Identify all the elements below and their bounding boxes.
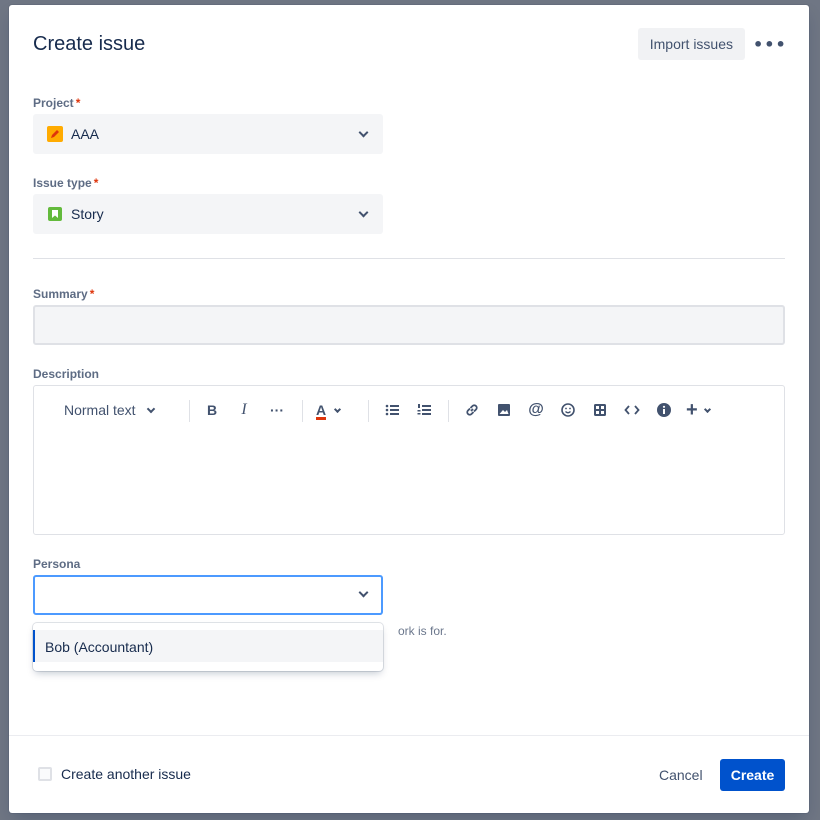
create-another-checkbox[interactable] bbox=[38, 767, 52, 781]
summary-label: Summary * bbox=[33, 287, 94, 301]
summary-label-text: Summary bbox=[33, 287, 88, 301]
issue-type-label: Issue type * bbox=[33, 176, 98, 190]
required-marker: * bbox=[93, 176, 99, 190]
import-issues-button[interactable]: Import issues bbox=[637, 28, 745, 60]
chevron-down-icon bbox=[147, 404, 156, 414]
issue-type-label-text: Issue type bbox=[33, 176, 92, 190]
editor-toolbar: Normal text B I ··· A @ + bbox=[34, 398, 784, 422]
required-marker: * bbox=[89, 287, 95, 301]
summary-input[interactable] bbox=[33, 305, 785, 345]
project-label-text: Project bbox=[33, 96, 74, 110]
text-color-icon: A bbox=[316, 402, 327, 420]
project-label: Project * bbox=[33, 96, 80, 110]
create-issue-modal: Create issue Import issues ••• Project * … bbox=[9, 5, 809, 813]
persona-label: Persona bbox=[33, 557, 80, 571]
create-another-label[interactable]: Create another issue bbox=[61, 766, 191, 782]
insert-more-button[interactable]: + bbox=[686, 398, 718, 422]
text-color-button[interactable]: A bbox=[316, 398, 348, 422]
persona-option[interactable]: Bob (Accountant) bbox=[33, 630, 383, 662]
section-divider bbox=[33, 258, 785, 259]
story-icon bbox=[48, 207, 62, 221]
plus-icon: + bbox=[686, 399, 698, 421]
bold-button[interactable]: B bbox=[202, 398, 222, 422]
info-icon[interactable] bbox=[654, 398, 674, 422]
persona-select[interactable] bbox=[33, 575, 383, 615]
more-formatting-button[interactable]: ··· bbox=[266, 398, 288, 422]
project-pencil-icon bbox=[47, 126, 63, 142]
toolbar-divider bbox=[368, 400, 369, 422]
numbered-list-icon[interactable] bbox=[414, 398, 434, 422]
link-icon[interactable] bbox=[462, 398, 482, 422]
persona-option-label: Bob (Accountant) bbox=[45, 639, 154, 655]
description-label-text: Description bbox=[33, 367, 100, 381]
modal-title: Create issue bbox=[33, 33, 146, 55]
emoji-icon[interactable] bbox=[558, 398, 578, 422]
issue-type-select[interactable]: Story bbox=[33, 194, 383, 234]
more-options-icon[interactable]: ••• bbox=[753, 28, 786, 60]
chevron-down-icon bbox=[358, 127, 369, 138]
project-value: AAA bbox=[71, 126, 100, 142]
footer-divider bbox=[9, 735, 809, 736]
chevron-down-icon bbox=[703, 405, 711, 414]
create-button[interactable]: Create bbox=[720, 759, 785, 791]
description-label: Description bbox=[33, 367, 99, 381]
toolbar-divider bbox=[302, 400, 303, 422]
italic-button[interactable]: I bbox=[234, 398, 254, 422]
chevron-down-icon bbox=[333, 405, 342, 414]
text-style-label: Normal text bbox=[64, 402, 136, 418]
toolbar-divider bbox=[189, 400, 190, 422]
cancel-button[interactable]: Cancel bbox=[649, 759, 713, 791]
persona-label-text: Persona bbox=[33, 557, 81, 571]
bullet-list-icon[interactable] bbox=[382, 398, 402, 422]
persona-helper-text: ork is for. bbox=[398, 624, 447, 638]
description-editor[interactable]: Normal text B I ··· A @ + bbox=[33, 385, 785, 535]
chevron-down-icon bbox=[358, 587, 369, 598]
persona-dropdown-menu: Bob (Accountant) bbox=[33, 623, 383, 671]
table-icon[interactable] bbox=[590, 398, 610, 422]
mention-icon[interactable]: @ bbox=[526, 398, 546, 422]
text-style-dropdown[interactable]: Normal text bbox=[64, 398, 164, 422]
issue-type-value: Story bbox=[71, 206, 104, 222]
required-marker: * bbox=[75, 96, 81, 110]
chevron-down-icon bbox=[358, 207, 369, 218]
code-icon[interactable] bbox=[622, 398, 642, 422]
project-select[interactable]: AAA bbox=[33, 114, 383, 154]
modal-header: Create issue Import issues ••• bbox=[33, 27, 786, 63]
toolbar-divider bbox=[448, 400, 449, 422]
image-icon[interactable] bbox=[494, 398, 514, 422]
